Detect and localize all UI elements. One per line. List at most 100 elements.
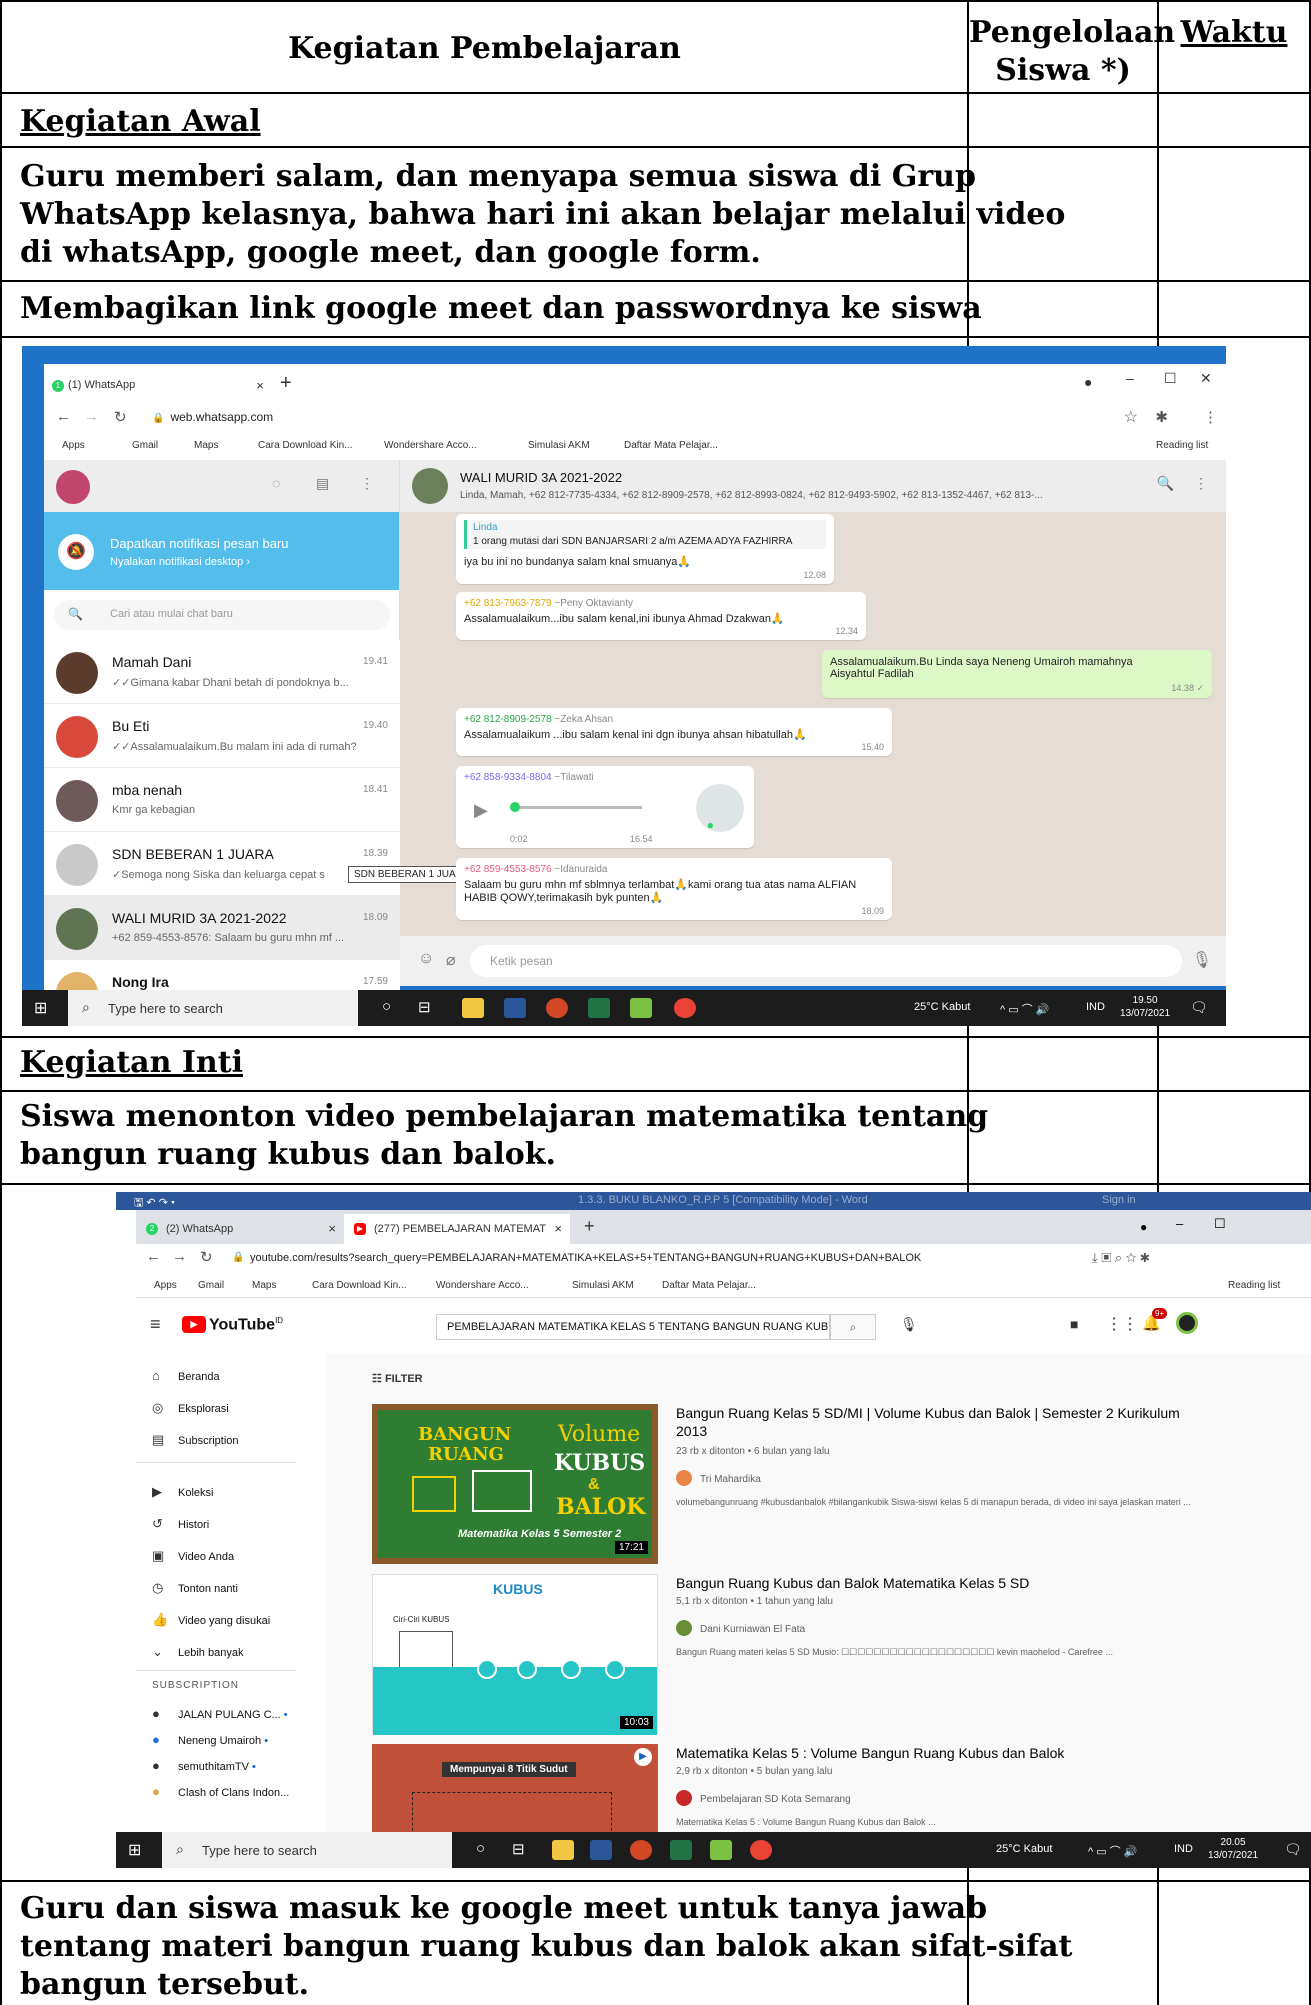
bookmark-maps[interactable]: Maps — [194, 440, 218, 451]
list-item[interactable]: WALI MURID 3A 2021-2022 18.09 +62 859-45… — [44, 896, 400, 960]
video-title[interactable]: Bangun Ruang Kubus dan Balok Matematika … — [676, 1574, 1196, 1592]
excel-icon[interactable] — [588, 998, 610, 1018]
video-channel[interactable]: Dani Kurniawan El Fata — [676, 1620, 805, 1636]
notif-subtitle[interactable]: Nyalakan notifikasi desktop › — [110, 556, 250, 568]
bookmark-gmail[interactable]: Gmail — [198, 1280, 224, 1291]
close-window-icon[interactable]: ✕ — [1200, 370, 1212, 387]
file-explorer-icon[interactable] — [462, 998, 484, 1018]
file-explorer-icon[interactable] — [552, 1840, 574, 1860]
minimize-icon[interactable]: – — [1176, 1216, 1183, 1231]
bookmark-akm[interactable]: Simulasi AKM — [572, 1280, 634, 1291]
subscription-item[interactable]: ● Neneng Umairoh • — [152, 1732, 268, 1747]
menu-icon[interactable]: ⋮ — [360, 475, 374, 492]
hamburger-icon[interactable]: ≡ — [150, 1314, 161, 1335]
sidebar-item-lebih-banyak[interactable]: ⌄ Lebih banyak — [152, 1644, 243, 1660]
play-icon[interactable]: ▶ — [474, 800, 488, 821]
subscription-item[interactable]: ● JALAN PULANG C... • — [152, 1706, 288, 1721]
voice-message[interactable]: +62 858-9334-8804 ~Tilawati ▶ 0:02 16.54… — [456, 766, 754, 848]
bookmark-download[interactable]: Cara Download Kin... — [258, 440, 353, 451]
list-item[interactable]: SDN BEBERAN 1 JUARA 18.39 ✓Semoga nong S… — [44, 832, 400, 896]
video-thumbnail[interactable]: KUBUS Ciri-Ciri KUBUS 10:03 — [372, 1574, 658, 1735]
mic-icon[interactable]: 🎙 — [1192, 950, 1212, 970]
menu-icon[interactable]: ⋮ — [1203, 408, 1218, 426]
sidebar-item-video-anda[interactable]: ▣ Video Anda — [152, 1548, 234, 1564]
tray-icons[interactable]: ^ ▭ ⌒ 🔊 — [1000, 1001, 1049, 1017]
bookmark-maps[interactable]: Maps — [252, 1280, 276, 1291]
reload-icon[interactable]: ↻ — [114, 408, 127, 426]
bluestacks-icon[interactable] — [630, 998, 652, 1018]
extensions-icon[interactable]: ✱ — [1155, 408, 1168, 426]
emoji-icon[interactable]: ☺ — [418, 950, 434, 968]
sidebar-item-histori[interactable]: ↺ Histori — [152, 1516, 209, 1532]
menu-icon[interactable]: ⋮ — [1194, 475, 1208, 492]
minimize-icon[interactable]: – — [1126, 370, 1134, 386]
message-input[interactable] — [470, 945, 1182, 977]
audio-progress-handle[interactable] — [510, 802, 520, 812]
bookmark-download[interactable]: Cara Download Kin... — [312, 1280, 407, 1291]
bluestacks-icon[interactable] — [710, 1840, 732, 1860]
bookmark-apps[interactable]: Apps — [154, 1280, 177, 1291]
video-title[interactable]: Matematika Kelas 5 : Volume Bangun Ruang… — [676, 1744, 1196, 1762]
maximize-icon[interactable]: ☐ — [1214, 1216, 1226, 1232]
language-indicator[interactable]: IND — [1174, 1843, 1193, 1855]
sidebar-item-subscription[interactable]: ▤ Subscription — [152, 1432, 239, 1448]
url-text[interactable]: youtube.com/results?search_query=PEMBELA… — [250, 1252, 921, 1264]
bookmark-star-icon[interactable]: ☆ — [1124, 407, 1138, 427]
word-signin-button[interactable]: Sign in — [1102, 1194, 1136, 1206]
chrome-icon[interactable] — [750, 1840, 772, 1860]
close-tab-icon[interactable]: × — [256, 378, 264, 393]
search-button[interactable]: ⌕ — [830, 1314, 876, 1340]
avatar[interactable] — [1176, 1312, 1198, 1334]
cortana-icon[interactable]: ○ — [476, 1840, 485, 1857]
sidebar-item-eksplorasi[interactable]: ◎ Eksplorasi — [152, 1400, 229, 1416]
notification-banner[interactable]: 🔕 Dapatkan notifikasi pesan baru Nyalaka… — [44, 512, 399, 590]
mic-icon[interactable]: 🎙 — [900, 1316, 918, 1333]
filter-button[interactable]: ☷ FILTER — [372, 1372, 423, 1385]
chrome-icon[interactable] — [674, 998, 696, 1018]
taskbar-search[interactable]: ⌕ Type here to search — [162, 1832, 452, 1868]
subscription-item[interactable]: ● semuthitamTV • — [152, 1758, 256, 1773]
profile-icon[interactable]: ● — [1140, 1220, 1147, 1234]
new-chat-icon[interactable]: ▤ — [316, 475, 329, 492]
taskbar-search[interactable]: ⌕ Type here to search — [68, 990, 358, 1026]
excel-icon[interactable] — [670, 1840, 692, 1860]
task-view-icon[interactable]: ⊟ — [512, 1840, 525, 1858]
apps-grid-icon[interactable]: ⋮⋮ — [1106, 1314, 1138, 1334]
weather-status[interactable]: 25°C Kabut — [996, 1843, 1052, 1855]
taskbar-clock[interactable]: 20.05 13/07/2021 — [1208, 1836, 1258, 1862]
bookmark-daftar[interactable]: Daftar Mata Pelajar... — [624, 440, 718, 451]
search-icon[interactable]: 🔍 — [1157, 475, 1174, 492]
taskbar-clock[interactable]: 19.50 13/07/2021 — [1120, 994, 1170, 1020]
cortana-icon[interactable]: ○ — [382, 998, 391, 1015]
word-icon[interactable] — [504, 998, 526, 1018]
create-video-icon[interactable]: ■ — [1070, 1316, 1078, 1332]
audio-progress-track[interactable] — [512, 806, 642, 809]
avatar[interactable] — [56, 470, 90, 504]
bookmark-gmail[interactable]: Gmail — [132, 440, 158, 451]
weather-status[interactable]: 25°C Kabut — [914, 1001, 970, 1013]
powerpoint-icon[interactable] — [546, 998, 568, 1018]
close-tab-icon[interactable]: × — [550, 1221, 562, 1236]
profile-icon[interactable]: ● — [1084, 374, 1092, 390]
tab-whatsapp[interactable]: 2 (2) WhatsApp × — [136, 1214, 344, 1244]
status-icon[interactable]: ◌ — [272, 475, 280, 491]
word-icon[interactable] — [590, 1840, 612, 1860]
reading-list[interactable]: Reading list — [1228, 1280, 1280, 1291]
new-tab-icon[interactable]: + — [280, 372, 292, 395]
tab-youtube[interactable]: ▶ (277) PEMBELAJARAN MATEMAT × — [344, 1214, 570, 1244]
conversation-header[interactable]: WALI MURID 3A 2021-2022 Linda, Mamah, +6… — [400, 460, 1226, 512]
bookmark-wondershare[interactable]: Wondershare Acco... — [436, 1280, 529, 1291]
page-actions-icons[interactable]: ⤓ ▣ ⌕ ☆ ✱ — [1092, 1250, 1150, 1266]
language-indicator[interactable]: IND — [1086, 1001, 1105, 1013]
bookmark-akm[interactable]: Simulasi AKM — [528, 440, 590, 451]
list-item[interactable]: Mamah Dani 19.41 ✓✓Gimana kabar Dhani be… — [44, 640, 400, 704]
sidebar-item-tonton-nanti[interactable]: ◷ Tonton nanti — [152, 1580, 238, 1596]
sidebar-item-koleksi[interactable]: ▶ Koleksi — [152, 1484, 213, 1500]
bookmark-wondershare[interactable]: Wondershare Acco... — [384, 440, 477, 451]
subscription-item[interactable]: ● Clash of Clans Indon... — [152, 1784, 289, 1799]
video-title[interactable]: Bangun Ruang Kelas 5 SD/MI | Volume Kubu… — [676, 1404, 1196, 1440]
sidebar-item-beranda[interactable]: ⌂ Beranda — [152, 1368, 220, 1383]
video-channel[interactable]: Tri Mahardika — [676, 1470, 761, 1486]
reload-icon[interactable]: ↻ — [200, 1248, 213, 1266]
chat-search[interactable]: 🔍 Cari atau mulai chat baru — [54, 600, 390, 630]
